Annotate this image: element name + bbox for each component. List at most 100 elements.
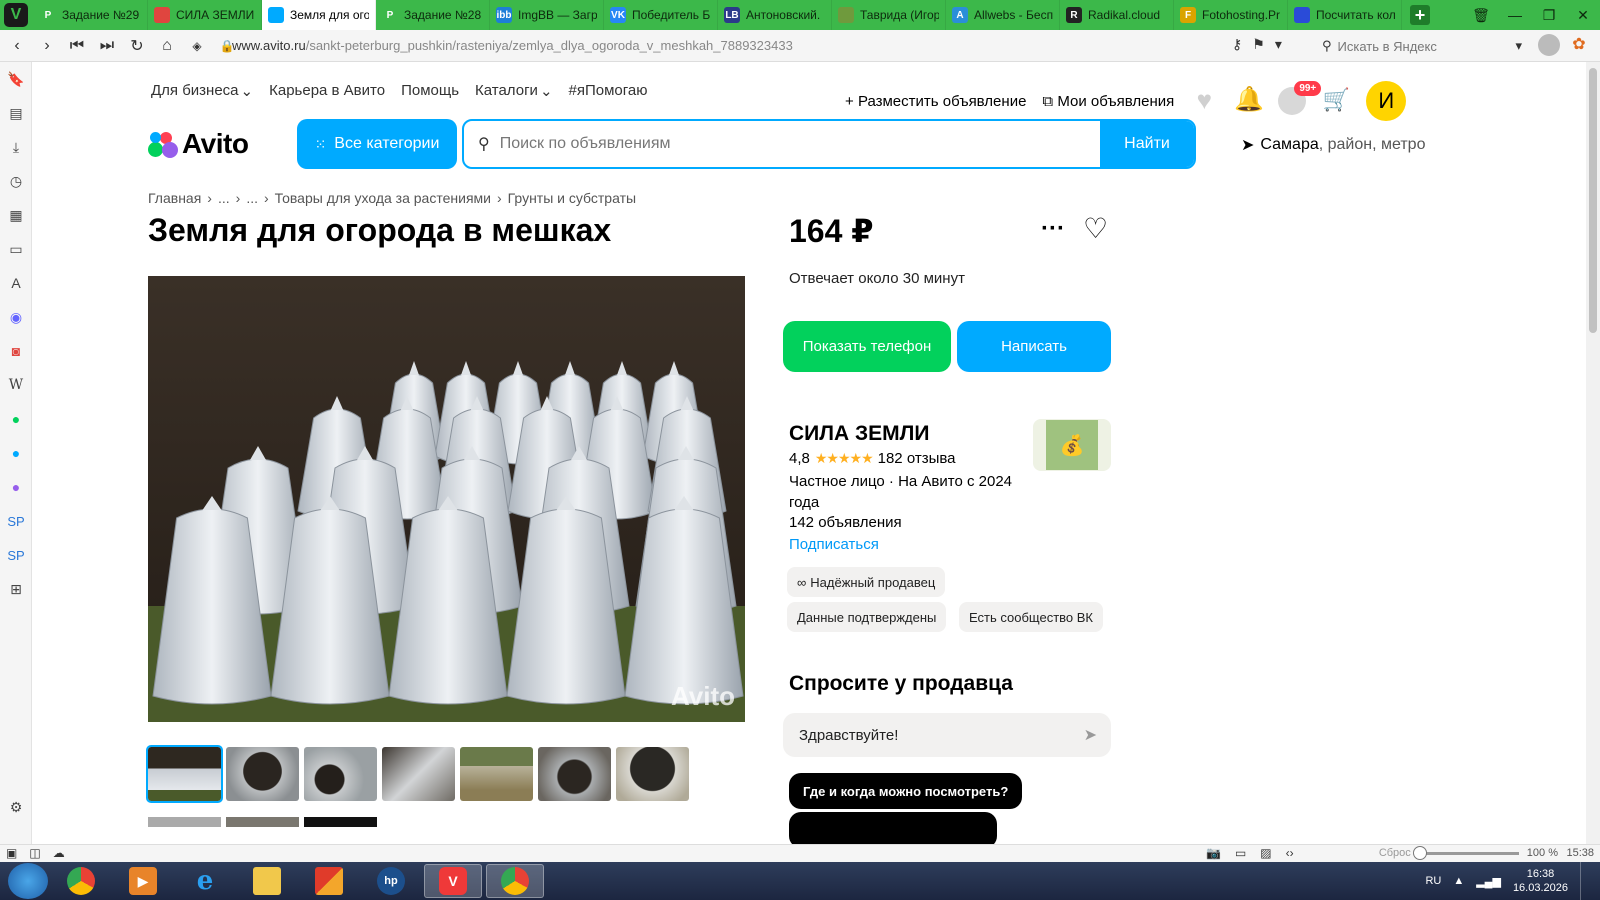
quick-question-button-2[interactable] [789, 812, 997, 844]
search-input[interactable]: ⚲ Поиск по объявлениям [464, 121, 1100, 167]
thumbnail-10[interactable] [304, 817, 377, 827]
back-icon[interactable]: ‹ [2, 31, 32, 61]
vivaldi-web-panel-icon[interactable]: ◙ [0, 334, 32, 368]
profile-icon[interactable] [1538, 34, 1560, 56]
taskbar-explorer[interactable] [238, 864, 296, 898]
avito-logo[interactable]: Avito [148, 128, 249, 160]
browser-tab[interactable]: СИЛА ЗЕМЛИ [148, 0, 262, 30]
downloads-icon[interactable]: ⤓ [0, 130, 32, 164]
minimize-button[interactable]: — [1498, 7, 1532, 23]
search-button[interactable]: Найти [1100, 121, 1194, 167]
page-scrollbar[interactable] [1586, 62, 1600, 844]
browser-tab[interactable]: VK Победитель Б [604, 0, 718, 30]
breadcrumb-plant-care[interactable]: Товары для ухода за растениями [275, 190, 491, 206]
wikipedia-icon[interactable]: W [0, 368, 32, 402]
sp-panel-icon-1[interactable]: SP [0, 504, 32, 538]
write-message-button[interactable]: Написать [957, 321, 1111, 372]
tray-datetime[interactable]: 16:38 16.03.2026 [1513, 867, 1568, 895]
browser-tab[interactable]: F Fotohosting.Pr [1174, 0, 1288, 30]
url-field[interactable]: www.avito.ru/sankt-peterburg_pushkin/ras… [232, 38, 793, 53]
subscribe-link[interactable]: Подписаться [789, 536, 879, 553]
avatar[interactable]: И [1366, 81, 1407, 121]
tray-arrow-icon[interactable]: ▲ [1453, 875, 1464, 887]
reload-icon[interactable]: ↻ [122, 31, 152, 61]
rewind-icon[interactable]: ⏮ [62, 31, 92, 61]
yandex-search-field[interactable]: ⚲ Искать в Яндекс ▾ [1322, 36, 1522, 56]
badge-data-verified[interactable]: Данные подтверждены [787, 602, 947, 632]
taskbar-ie[interactable]: e [176, 864, 234, 898]
seller-ads-count[interactable]: 142 объявления [789, 514, 902, 531]
window-panel-icon[interactable]: ▭ [0, 232, 32, 266]
seller-logo[interactable]: 💰 [1033, 419, 1111, 471]
taskbar-hp[interactable]: hp [362, 864, 420, 898]
thumbnail-6[interactable] [538, 747, 611, 801]
badge-reliable-seller[interactable]: ∞ Надёжный продавец [787, 567, 946, 597]
start-button[interactable] [8, 863, 48, 899]
close-window-button[interactable]: ✕ [1566, 7, 1600, 24]
cloud-sync-icon[interactable]: ☁ [53, 846, 65, 860]
thumbnail-8[interactable] [148, 817, 221, 827]
send-icon[interactable]: ➤ [1084, 725, 1097, 745]
camera-icon[interactable]: 📷 [1206, 846, 1221, 860]
nav-ya-pomogayu[interactable]: #яПомогаю [569, 82, 648, 100]
bookmarks-panel-icon[interactable]: 🔖 [0, 62, 32, 96]
taskbar-media-player[interactable]: ▶ [114, 864, 172, 898]
thumbnail-2[interactable] [226, 747, 299, 801]
show-phone-button[interactable]: Показать телефон [783, 321, 951, 372]
browser-tab[interactable]: Земля для ого [262, 0, 376, 30]
breadcrumb-ellipsis-2[interactable]: ... [246, 190, 258, 206]
my-ads-link[interactable]: ⧉ Мои объявления [1042, 93, 1174, 110]
thumbnail-4[interactable] [382, 747, 455, 801]
all-categories-button[interactable]: ⁙ Все категории [297, 119, 457, 169]
reviews-link[interactable]: 182 отзыва [878, 450, 956, 467]
browser-tab[interactable]: LB Антоновский. [718, 0, 832, 30]
translate-icon[interactable]: A [0, 266, 32, 300]
thumbnail-7[interactable] [616, 747, 689, 801]
cart-icon[interactable]: 🛒 [1322, 87, 1350, 115]
scrollbar-thumb[interactable] [1589, 68, 1597, 333]
breadcrumb-ellipsis-1[interactable]: ... [218, 190, 230, 206]
notes-icon[interactable]: ▦ [0, 198, 32, 232]
breadcrumb-soils[interactable]: Грунты и субстраты [508, 190, 636, 206]
key-icon[interactable]: ⚷ [1232, 36, 1242, 53]
more-options-icon[interactable]: ··· [1041, 215, 1065, 243]
settings-gear-icon[interactable]: ⚙ [0, 790, 32, 824]
vivaldi-menu-icon[interactable]: V [4, 3, 28, 27]
panel-toggle-icon[interactable]: ▣ [6, 846, 17, 860]
chevron-down-icon[interactable]: ▾ [1515, 38, 1522, 54]
tile-icon[interactable]: ◫ [29, 846, 40, 860]
taskbar-chrome[interactable] [52, 864, 110, 898]
breadcrumb-home[interactable]: Главная [148, 190, 201, 206]
dropdown-icon[interactable]: ▾ [1275, 36, 1282, 53]
nav-career[interactable]: Карьера в Авито [269, 82, 385, 100]
code-icon[interactable]: ‹› [1286, 846, 1294, 860]
bookmark-icon[interactable]: ⚑ [1252, 36, 1265, 53]
signal-icon[interactable]: ▂▄▆ [1476, 875, 1501, 888]
thumbnail-9[interactable] [226, 817, 299, 827]
nav-catalogs[interactable]: Каталоги [475, 82, 538, 100]
forward-icon[interactable]: › [32, 31, 62, 61]
messages-icon[interactable]: 99+ [1278, 81, 1322, 115]
maximize-button[interactable]: ❐ [1532, 7, 1566, 24]
extension-icon[interactable]: ✿ [1568, 34, 1590, 56]
avito-panel-icon-2[interactable]: ● [0, 436, 32, 470]
thumbnail-5[interactable] [460, 747, 533, 801]
browser-tab[interactable]: P Задание №28 [376, 0, 490, 30]
favorites-heart-icon[interactable]: ♥ [1190, 87, 1218, 115]
window-icon[interactable]: ▭ [1235, 846, 1246, 860]
browser-tab[interactable]: A Allwebs - Бесп [946, 0, 1060, 30]
taskbar-vivaldi[interactable]: V [424, 864, 482, 898]
shield-icon[interactable]: ◈ [182, 31, 212, 61]
history-icon[interactable]: ◷ [0, 164, 32, 198]
browser-tab[interactable]: ibb ImgBB — Загр [490, 0, 604, 30]
thumbnail-3[interactable] [304, 747, 377, 801]
avito-panel-icon-1[interactable]: ● [0, 402, 32, 436]
browser-tab[interactable]: Посчитать кол [1288, 0, 1402, 30]
browser-tab[interactable]: Таврида (Игор [832, 0, 946, 30]
nav-business[interactable]: Для бизнеса [151, 82, 239, 100]
notifications-bell-icon[interactable]: 🔔 [1234, 87, 1264, 115]
language-indicator[interactable]: RU [1425, 875, 1441, 887]
zoom-slider-knob[interactable] [1412, 845, 1427, 860]
show-desktop-button[interactable] [1580, 862, 1590, 900]
new-tab-button[interactable]: + [1410, 5, 1430, 25]
